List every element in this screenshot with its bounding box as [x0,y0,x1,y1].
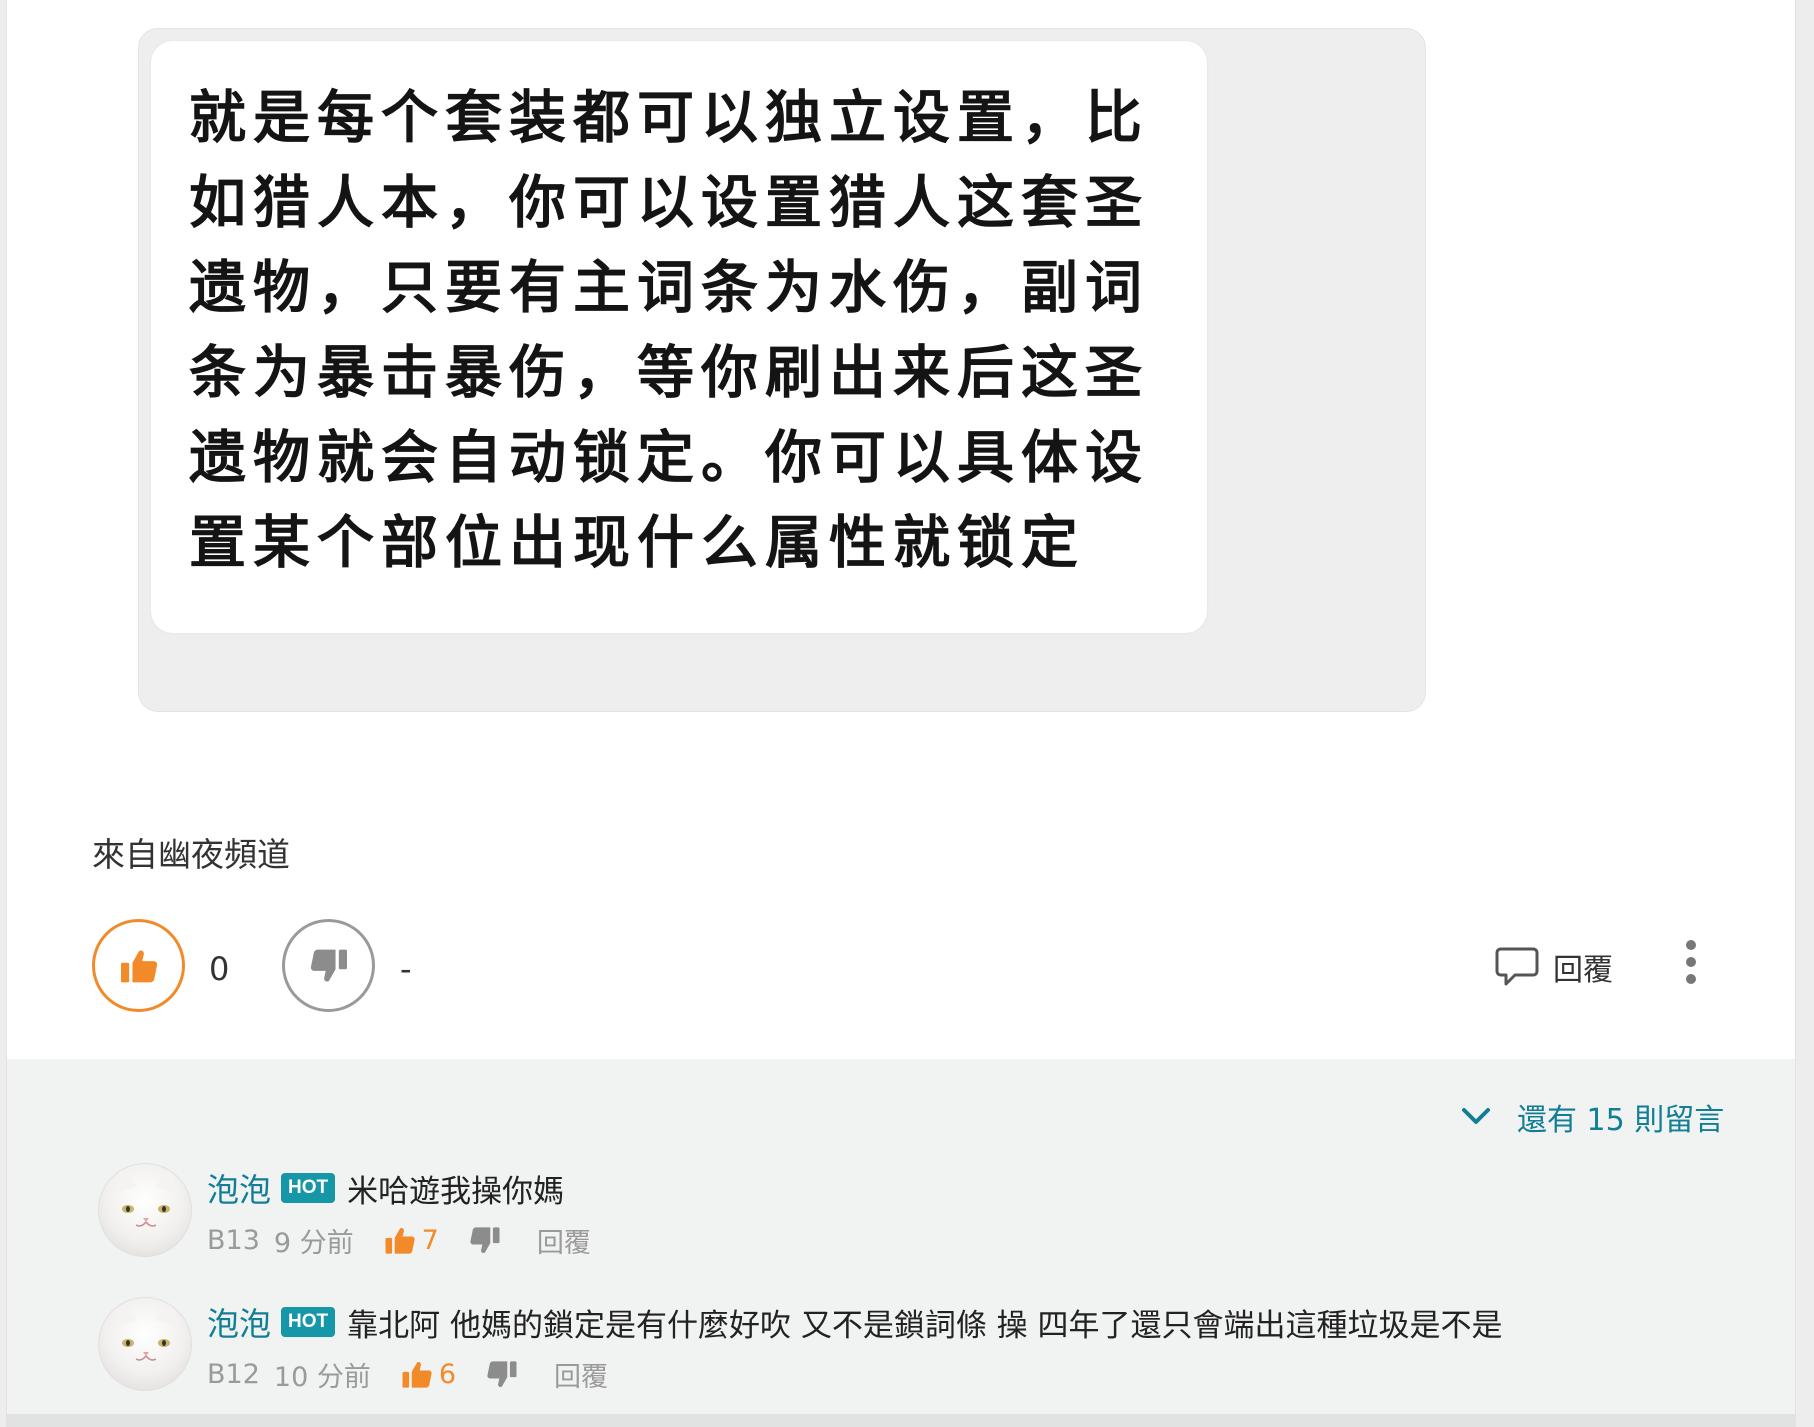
dislike-button[interactable] [282,919,375,1012]
show-more-comments-button[interactable]: 還有 15 則留言 [1461,1095,1724,1139]
hot-badge: HOT [281,1173,336,1203]
image-text-line: 条为暴击暴伤，等你刷出来后这圣 [189,339,1149,406]
comment-time: 9 分前 [273,1228,354,1259]
thumbs-down-icon [487,1361,517,1388]
comment-dislike-button[interactable] [486,1360,518,1389]
comment-floor: B12 [207,1359,260,1390]
image-text-line: 置某个部位出现什么属性就锁定 [189,509,1085,576]
more-options-button[interactable] [1677,940,1705,984]
thumbs-down-icon [470,1227,500,1254]
comment-like-button[interactable]: 6 [401,1359,456,1390]
comment-text: 米哈遊我操你媽 [347,1173,565,1210]
reply-button[interactable]: 回覆 [1495,945,1613,989]
image-text-line: 如猎人本，你可以设置猎人这套圣 [189,169,1149,236]
comment-item: 泡泡 HOT 靠北阿 他媽的鎖定是有什麼好吹 又不是鎖詞條 操 四年了還只會端出… [92,1297,1742,1397]
comments-section: 還有 15 則留言 泡泡 HOT 米哈遊我操你媽 B13 9 分前 7 回覆 泡… [7,1059,1795,1414]
comment-reply-button[interactable]: 回覆 [554,1355,608,1394]
comment-item: 泡泡 HOT 米哈遊我操你媽 B13 9 分前 7 回覆 [92,1163,1742,1263]
comment-like-count: 7 [421,1225,439,1256]
comment-like-count: 6 [438,1359,457,1390]
like-count: 0 [209,950,230,988]
comment-like-button[interactable]: 7 [384,1225,439,1256]
comment-username[interactable]: 泡泡 [207,1299,271,1345]
cat-avatar[interactable] [98,1163,192,1257]
comment-text: 靠北阿 他媽的鎖定是有什麼好吹 又不是鎖詞條 操 四年了還只會端出這種垃圾是不是 [347,1307,1503,1344]
image-text-line: 就是每个套装都可以独立设置，比 [189,84,1149,151]
comment-dislike-button[interactable] [469,1226,501,1255]
thumbs-up-icon [385,1227,415,1254]
comment-header: 泡泡 HOT 米哈遊我操你媽 [207,1165,564,1211]
comment-meta: B13 9 分前 7 回覆 [207,1221,591,1260]
dislike-count: - [400,950,412,988]
reply-label: 回覆 [1553,953,1613,988]
comment-reply-button[interactable]: 回覆 [537,1221,591,1260]
thumbs-down-icon [310,949,347,982]
post-image-frame[interactable]: 就是每个套装都可以独立设置，比 如猎人本，你可以设置猎人这套圣 遗物，只要有主词… [138,28,1426,712]
comment-floor: B13 [207,1225,260,1256]
post-page: 就是每个套装都可以独立设置，比 如猎人本，你可以设置猎人这套圣 遗物，只要有主词… [6,0,1796,1427]
image-text-line: 遗物，只要有主词条为水伤，副词 [189,254,1149,321]
more-vertical-icon [1686,940,1696,950]
hot-badge: HOT [281,1307,336,1337]
image-text-line: 遗物就会自动锁定。你可以具体设 [189,424,1149,491]
comment-username[interactable]: 泡泡 [207,1165,271,1211]
comment-time: 10 分前 [273,1362,371,1393]
comment-meta: B12 10 分前 6 回覆 [207,1355,608,1394]
like-button[interactable] [92,919,185,1012]
chevron-down-icon [1462,1108,1490,1124]
comment-header: 泡泡 HOT 靠北阿 他媽的鎖定是有什麼好吹 又不是鎖詞條 操 四年了還只會端出… [207,1299,1503,1345]
post-image-note: 就是每个套装都可以独立设置，比 如猎人本，你可以设置猎人这套圣 遗物，只要有主词… [151,41,1207,633]
post-source: 來自幽夜頻道 [92,835,290,874]
comment-bubble-icon [1495,947,1539,986]
thumbs-up-icon [402,1361,432,1388]
cat-avatar[interactable] [98,1297,192,1391]
section-divider [7,1414,1795,1427]
thumbs-up-icon [120,949,157,982]
more-comments-label: 還有 15 則留言 [1517,1103,1725,1138]
